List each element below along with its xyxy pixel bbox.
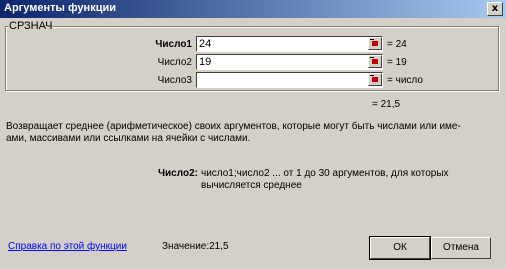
arg2-input[interactable]: 19 (196, 54, 383, 70)
formula-result: = 21,5 (372, 99, 401, 110)
arg1-collapse-icon[interactable] (368, 37, 382, 50)
ok-button[interactable]: ОК (369, 236, 431, 260)
arg2-collapse-icon[interactable] (368, 55, 382, 68)
function-description: Возвращает среднее (арифметическое) свои… (6, 121, 461, 144)
close-button[interactable]: x (487, 2, 503, 16)
function-name: СРЗНАЧ (8, 20, 54, 32)
close-icon: x (491, 3, 499, 14)
arg3-result: = число (387, 75, 423, 86)
arg1-result: = 24 (387, 39, 407, 50)
arg2-value: 19 (199, 56, 212, 68)
arg2-label: Число2 (157, 57, 192, 68)
cancel-button[interactable]: Отмена (431, 237, 491, 259)
arg1-value: 24 (199, 38, 212, 50)
current-arg-name: Число2: (158, 168, 198, 179)
arg1-label: Число1 (155, 39, 192, 50)
window-title: Аргументы функции (4, 2, 116, 14)
arg1-input[interactable]: 24 (196, 36, 383, 52)
arg3-label: Число3 (157, 75, 192, 86)
title-bar: Аргументы функции x (0, 0, 506, 18)
arg2-result: = 19 (387, 57, 407, 68)
current-arg-description: число1;число2 ... от 1 до 30 аргументов,… (201, 168, 449, 191)
arg3-collapse-icon[interactable] (368, 73, 382, 86)
value-label: Значение:21,5 (162, 241, 229, 252)
help-link[interactable]: Справка по этой функции (8, 241, 127, 252)
arg3-input[interactable] (196, 72, 383, 88)
